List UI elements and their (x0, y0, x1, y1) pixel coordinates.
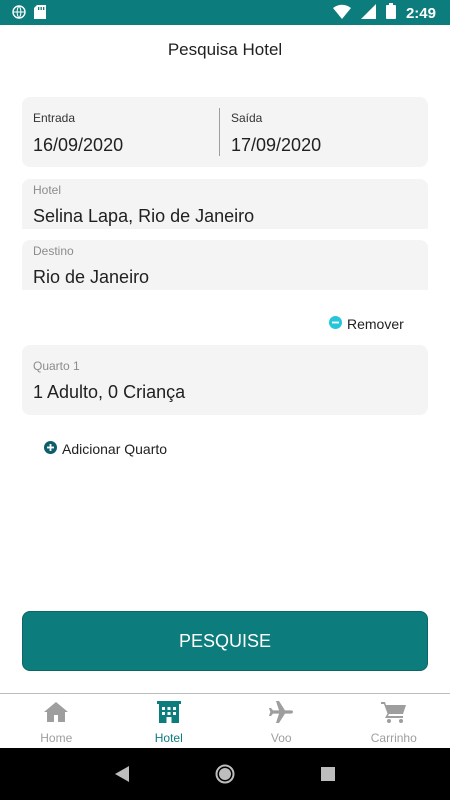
back-button[interactable] (102, 754, 142, 794)
back-triangle-icon (114, 766, 129, 782)
airplane-icon (268, 701, 294, 728)
destination-field[interactable]: Destino Rio de Janeiro (22, 240, 428, 290)
checkin-value: 16/09/2020 (33, 135, 124, 155)
destination-label: Destino (33, 244, 74, 258)
bottom-navigation: Home Hotel Voo Carrinho (0, 693, 450, 748)
remove-room-button[interactable]: Remover (329, 316, 404, 332)
notification-globe-icon (12, 5, 26, 24)
room-value: 1 Adulto, 0 Criança (33, 382, 186, 402)
wifi-icon (332, 4, 351, 24)
status-bar: 2:49 (0, 0, 450, 25)
battery-icon (385, 3, 396, 24)
home-circle-icon (215, 764, 235, 784)
hotel-value: Selina Lapa, Rio de Janeiro (33, 206, 255, 226)
checkin-field[interactable]: Entrada 16/09/2020 (22, 97, 220, 167)
hotel-icon (156, 701, 181, 728)
nav-item-home[interactable]: Home (0, 694, 113, 748)
sd-card-icon (34, 5, 46, 24)
plus-circle-icon (44, 441, 57, 457)
destination-value: Rio de Janeiro (33, 267, 150, 287)
status-bar-left (12, 5, 46, 24)
nav-label-cart: Carrinho (370, 731, 417, 745)
dates-card: Entrada 16/09/2020 Saída 17/09/2020 (22, 97, 428, 167)
checkout-field[interactable]: Saída 17/09/2020 (220, 97, 418, 167)
checkout-value: 17/09/2020 (231, 135, 322, 155)
checkout-label: Saída (231, 111, 263, 125)
nav-label-flight: Voo (270, 731, 292, 745)
add-room-label: Adicionar Quarto (62, 441, 168, 457)
recents-square-icon (321, 767, 336, 781)
nav-item-flight[interactable]: Voo (225, 694, 338, 748)
system-navigation-bar (0, 748, 450, 800)
nav-label-hotel: Hotel (154, 731, 183, 745)
hotel-field[interactable]: Hotel Selina Lapa, Rio de Janeiro (22, 179, 428, 229)
search-button[interactable]: PESQUISE (22, 611, 428, 671)
recents-button[interactable] (308, 754, 348, 794)
status-bar-right: 2:49 (332, 3, 436, 24)
signal-icon (360, 3, 376, 24)
checkin-label: Entrada (33, 111, 76, 125)
minus-circle-icon (329, 316, 342, 332)
page-title: Pesquisa Hotel (167, 40, 283, 59)
nav-label-home: Home (40, 731, 73, 745)
home-icon (43, 701, 69, 728)
add-room-button[interactable]: Adicionar Quarto (44, 441, 167, 457)
remove-room-label: Remover (347, 316, 404, 332)
nav-item-hotel[interactable]: Hotel (113, 694, 226, 748)
hotel-label: Hotel (33, 183, 62, 197)
nav-item-cart[interactable]: Carrinho (338, 694, 450, 748)
cart-icon (380, 701, 407, 728)
room-field[interactable]: Quarto 1 1 Adulto, 0 Criança (22, 345, 428, 415)
room-label: Quarto 1 (33, 359, 80, 373)
home-system-button[interactable] (205, 754, 245, 794)
status-time: 2:49 (405, 5, 436, 22)
